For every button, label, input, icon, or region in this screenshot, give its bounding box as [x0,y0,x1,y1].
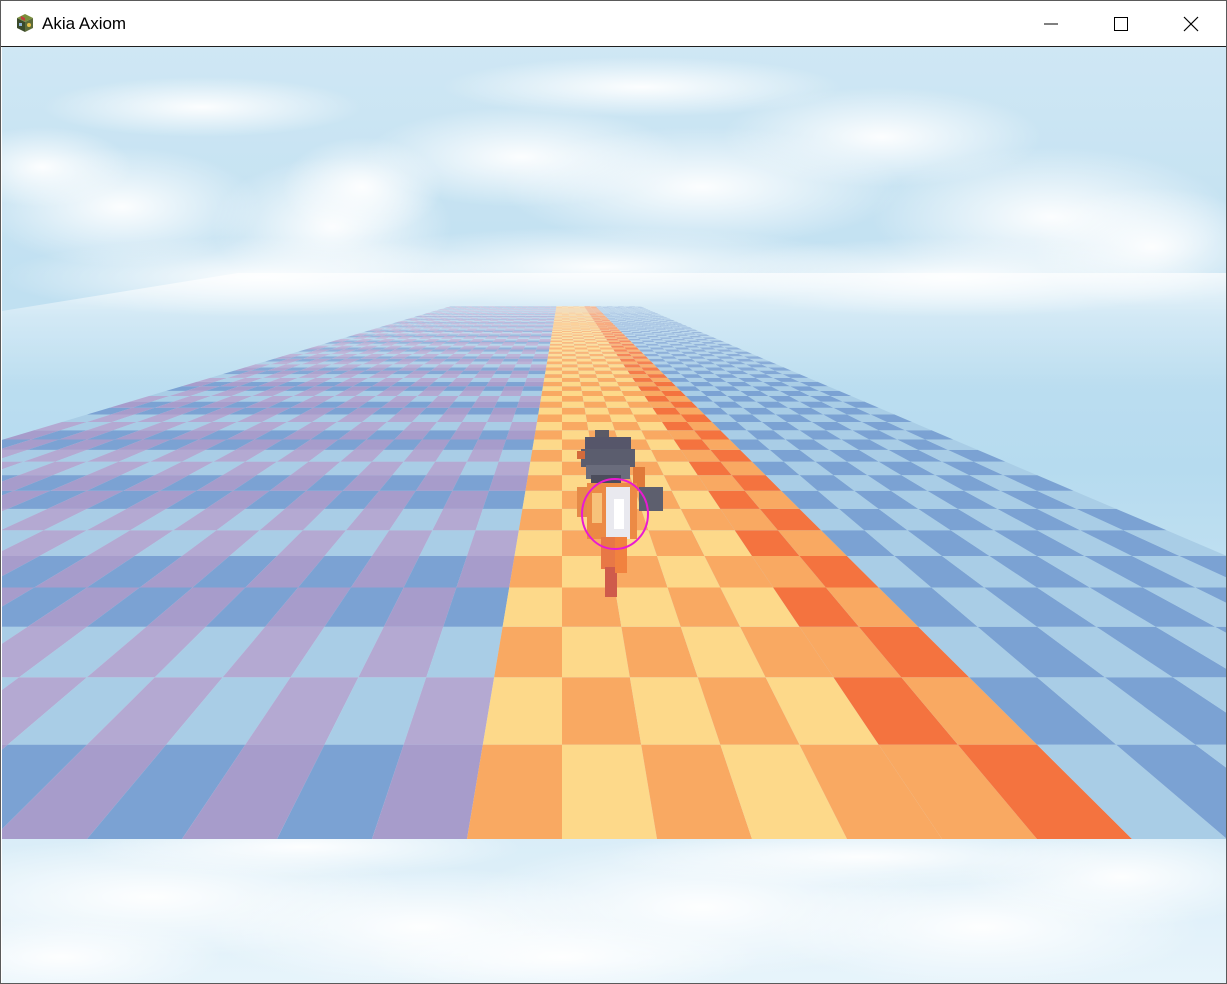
floor-tile [475,508,523,531]
close-button[interactable] [1156,1,1226,46]
floor-tile [482,677,562,745]
close-icon [1183,16,1199,32]
maximize-button[interactable] [1086,1,1156,46]
window-title: Akia Axiom [42,14,127,33]
floor-tile [488,475,529,491]
maximize-icon [1114,16,1128,31]
title-bar[interactable]: Akia Axiom [1,1,1226,47]
floor-tile [562,744,657,839]
minimize-button[interactable] [1016,1,1086,46]
game-window: Akia Axiom [0,0,1227,984]
floor-tile [514,530,562,556]
floor-tile [522,490,562,509]
game-scene[interactable] [2,47,1227,984]
cloud [42,77,362,137]
floor-tile [482,490,526,509]
floor-tile [562,677,642,745]
floor-tile [562,626,630,678]
game-cube-icon [15,12,35,34]
game-viewport[interactable] [2,47,1227,984]
floor-tile [467,530,519,556]
floor-tile [502,587,562,627]
minimize-icon [1044,17,1058,31]
floor-tile [509,556,562,588]
floor-tile [525,475,562,491]
floor-tile [467,744,562,839]
cloud [442,57,842,117]
floor-tile [494,626,562,678]
floor-tile [518,508,562,531]
